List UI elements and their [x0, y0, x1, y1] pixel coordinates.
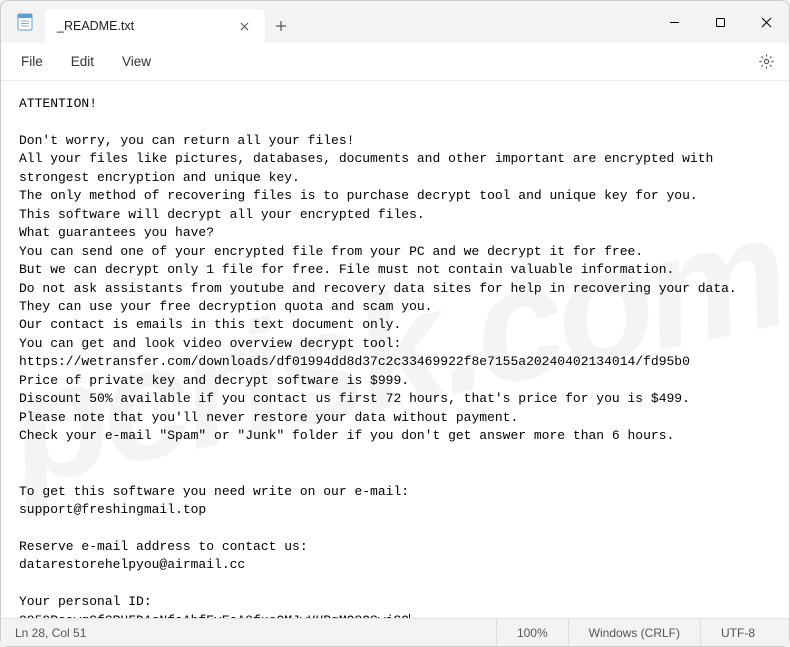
- status-zoom[interactable]: 100%: [496, 619, 568, 646]
- tab-title: _README.txt: [57, 19, 225, 33]
- statusbar: Ln 28, Col 51 100% Windows (CRLF) UTF-8: [1, 618, 789, 646]
- tab-readme[interactable]: _README.txt: [45, 9, 265, 43]
- status-lineending[interactable]: Windows (CRLF): [568, 619, 700, 646]
- text-area[interactable]: ATTENTION! Don't worry, you can return a…: [1, 81, 789, 618]
- close-window-button[interactable]: [743, 1, 789, 43]
- new-tab-button[interactable]: [265, 9, 297, 43]
- text-cursor: [409, 614, 410, 618]
- window-controls: [651, 1, 789, 43]
- notepad-icon: [15, 12, 35, 32]
- maximize-button[interactable]: [697, 1, 743, 43]
- status-position: Ln 28, Col 51: [15, 626, 496, 640]
- close-tab-icon[interactable]: [235, 17, 253, 35]
- minimize-button[interactable]: [651, 1, 697, 43]
- menubar: File Edit View: [1, 43, 789, 81]
- menu-edit[interactable]: Edit: [57, 48, 108, 75]
- titlebar: _README.txt: [1, 1, 789, 43]
- document-text: ATTENTION! Don't worry, you can return a…: [19, 96, 737, 618]
- menu-view[interactable]: View: [108, 48, 165, 75]
- status-encoding[interactable]: UTF-8: [700, 619, 775, 646]
- menu-file[interactable]: File: [7, 48, 57, 75]
- settings-button[interactable]: [749, 45, 783, 79]
